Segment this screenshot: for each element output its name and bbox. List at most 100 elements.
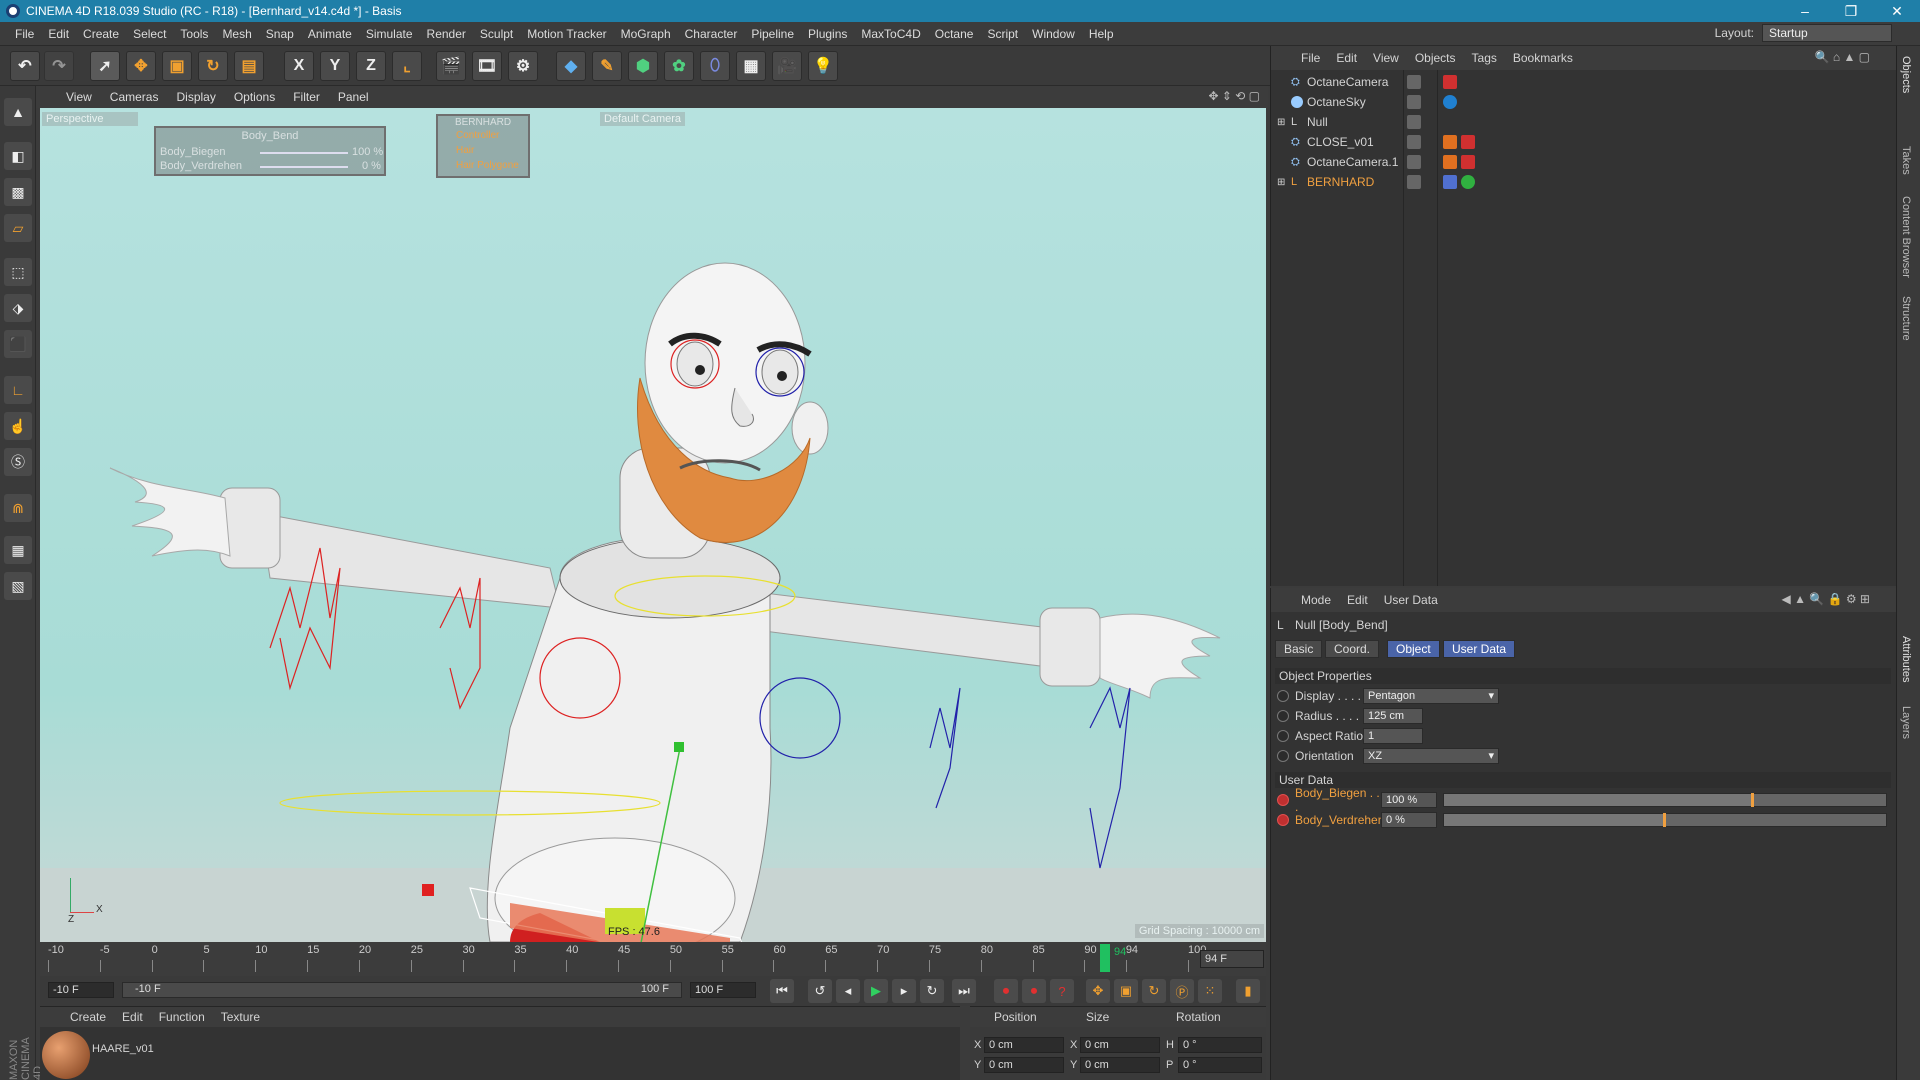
material-name[interactable]: HAARE_v01 xyxy=(92,1043,154,1055)
viewport-menu-cameras[interactable]: Cameras xyxy=(110,90,169,104)
visibility-icon[interactable] xyxy=(1407,75,1421,89)
material-menu-edit[interactable]: Edit xyxy=(122,1010,143,1024)
objects-menu-bookmarks[interactable]: Bookmarks xyxy=(1513,51,1573,65)
axis-y-button[interactable]: Y xyxy=(320,51,350,81)
body-verdrehen-slider[interactable] xyxy=(1443,813,1887,827)
rotate-tool-icon[interactable]: ↻ xyxy=(198,51,228,81)
orientation-dropdown[interactable]: XZ ▾ xyxy=(1363,748,1499,764)
next-frame-icon[interactable]: ▸ xyxy=(892,979,916,1003)
objects-menu-tags[interactable]: Tags xyxy=(1472,51,1497,65)
select-tool-icon[interactable]: ➚ xyxy=(90,51,120,81)
move-tool-icon[interactable]: ✥ xyxy=(126,51,156,81)
menu-select[interactable]: Select xyxy=(126,27,173,41)
axis-x-button[interactable]: X xyxy=(284,51,314,81)
menu-help[interactable]: Help xyxy=(1082,27,1121,41)
camera-icon[interactable]: 🎥 xyxy=(772,51,802,81)
render-settings-icon[interactable]: ⚙ xyxy=(508,51,538,81)
display-dropdown[interactable]: Pentagon ▾ xyxy=(1363,688,1499,704)
menu-create[interactable]: Create xyxy=(76,27,126,41)
viewport-perspective[interactable]: Perspective Default Camera Body_Bend Bod… xyxy=(40,108,1266,942)
attr-menu-edit[interactable]: Edit xyxy=(1347,593,1368,607)
edges-mode-icon[interactable]: ⬗ xyxy=(4,294,32,322)
menu-sculpt[interactable]: Sculpt xyxy=(473,27,520,41)
menu-snap[interactable]: Snap xyxy=(259,27,301,41)
object-name[interactable]: CLOSE_v01 xyxy=(1307,135,1374,149)
spline-pen-icon[interactable]: ✎ xyxy=(592,51,622,81)
restore-button[interactable]: ❐ xyxy=(1828,0,1874,22)
keyframe-radio[interactable] xyxy=(1277,814,1289,826)
display-tag-icon[interactable] xyxy=(1461,175,1475,189)
undo-icon[interactable]: ↶ xyxy=(10,51,40,81)
go-to-end-icon[interactable]: ⏭ xyxy=(952,979,976,1003)
body-biegen-slider[interactable] xyxy=(1443,793,1887,807)
end-frame-field[interactable]: 100 F xyxy=(690,982,756,998)
animation-radio[interactable] xyxy=(1277,710,1289,722)
close-button[interactable]: ✕ xyxy=(1874,0,1920,22)
record-scale-icon[interactable]: ▣ xyxy=(1114,979,1138,1003)
mograph-cloner-icon[interactable]: ✿ xyxy=(664,51,694,81)
expand-icon[interactable]: ⊞ xyxy=(1277,177,1285,188)
menu-render[interactable]: Render xyxy=(420,27,473,41)
rot-p-field[interactable]: 0 ° xyxy=(1178,1057,1262,1073)
viewport-nav-icons[interactable]: ✥ ⇕ ⟲ ▢ xyxy=(1208,89,1260,103)
size-x-field[interactable]: 0 cm xyxy=(1080,1037,1160,1053)
rot-h-field[interactable]: 0 ° xyxy=(1178,1037,1262,1053)
tab-user-data[interactable]: User Data xyxy=(1443,640,1516,658)
record-position-icon[interactable]: ✥ xyxy=(1086,979,1110,1003)
menu-motion-tracker[interactable]: Motion Tracker xyxy=(520,27,613,41)
record-rotation-icon[interactable]: ↻ xyxy=(1142,979,1166,1003)
viewport-menu-display[interactable]: Display xyxy=(176,90,225,104)
body-biegen-field[interactable]: 100 % xyxy=(1381,792,1437,808)
tweak-mode-icon[interactable]: ☝ xyxy=(4,412,32,440)
object-row-bernhard[interactable]: ⊞ L BERNHARD xyxy=(1271,172,1897,192)
next-key-icon[interactable]: ↻ xyxy=(920,979,944,1003)
texture-mode-icon[interactable]: ▩ xyxy=(4,178,32,206)
body-verdrehen-field[interactable]: 0 % xyxy=(1381,812,1437,828)
viewport-menu-options[interactable]: Options xyxy=(234,90,285,104)
coordinate-system-icon[interactable]: ⌞ xyxy=(392,51,422,81)
polygons-mode-icon[interactable]: ⬛ xyxy=(4,330,32,358)
render-picture-viewer-icon[interactable]: 🎞 xyxy=(472,51,502,81)
radius-field[interactable]: 125 cm xyxy=(1363,708,1423,724)
side-tab-attributes[interactable]: Attributes xyxy=(1900,636,1912,682)
locked-workplane-icon[interactable]: ▧ xyxy=(4,572,32,600)
current-frame-field[interactable]: 94 F xyxy=(1200,950,1264,968)
objects-menu-view[interactable]: View xyxy=(1373,51,1399,65)
object-name[interactable]: OctaneCamera.1 xyxy=(1307,155,1398,169)
minimize-button[interactable]: – xyxy=(1782,0,1828,22)
scale-tool-icon[interactable]: ▣ xyxy=(162,51,192,81)
make-editable-icon[interactable]: ▲ xyxy=(4,98,32,126)
axis-z-button[interactable]: Z xyxy=(356,51,386,81)
recent-tool-icon[interactable]: ▤ xyxy=(234,51,264,81)
side-tab-content-browser[interactable]: Content Browser xyxy=(1900,196,1912,278)
side-tab-objects[interactable]: Objects xyxy=(1900,56,1912,93)
protection-tag-icon[interactable] xyxy=(1443,135,1457,149)
material-menu-function[interactable]: Function xyxy=(159,1010,205,1024)
object-name[interactable]: Null xyxy=(1307,115,1328,129)
size-y-field[interactable]: 0 cm xyxy=(1080,1057,1160,1073)
go-to-start-icon[interactable]: ⏮ xyxy=(770,979,794,1003)
menu-maxtoc4d[interactable]: MaxToC4D xyxy=(854,27,927,41)
redo-icon[interactable]: ↷ xyxy=(44,51,74,81)
pos-x-field[interactable]: 0 cm xyxy=(984,1037,1064,1053)
menu-simulate[interactable]: Simulate xyxy=(359,27,420,41)
viewport-menu-panel[interactable]: Panel xyxy=(338,90,379,104)
menu-file[interactable]: File xyxy=(8,27,41,41)
menu-animate[interactable]: Animate xyxy=(301,27,359,41)
menu-mesh[interactable]: Mesh xyxy=(215,27,258,41)
record-active-objects-icon[interactable]: ⏺ xyxy=(994,979,1018,1003)
keyframe-selection-icon[interactable]: ? xyxy=(1050,979,1074,1003)
tab-object[interactable]: Object xyxy=(1387,640,1440,658)
frame-range-slider[interactable]: -10 F 100 F xyxy=(122,982,682,998)
visibility-icon[interactable] xyxy=(1407,135,1421,149)
cube-primitive-icon[interactable]: ◆ xyxy=(556,51,586,81)
attr-nav-icons[interactable]: ◀ ▲ 🔍 🔒 ⚙ ⊞ xyxy=(1782,592,1870,606)
objects-menu-edit[interactable]: Edit xyxy=(1336,51,1357,65)
visibility-icon[interactable] xyxy=(1407,175,1421,189)
object-name[interactable]: BERNHARD xyxy=(1307,175,1374,189)
visibility-icon[interactable] xyxy=(1407,115,1421,129)
tab-basic[interactable]: Basic xyxy=(1275,640,1323,658)
start-frame-field[interactable]: -10 F xyxy=(48,982,114,998)
menu-edit[interactable]: Edit xyxy=(41,27,76,41)
play-forward-icon[interactable]: ▶ xyxy=(864,979,888,1003)
